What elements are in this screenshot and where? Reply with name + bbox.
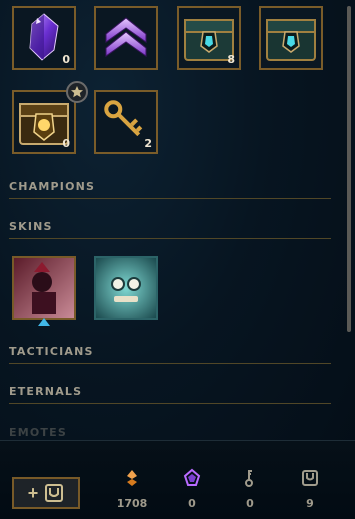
currency-value: 0 xyxy=(246,497,254,510)
loot-item-key-fragment[interactable]: 2 xyxy=(94,90,158,154)
loot-item-count: 2 xyxy=(144,137,152,150)
section-champions[interactable]: CHAMPIONS xyxy=(9,178,331,199)
chevron-rank-icon xyxy=(105,17,147,57)
skin-portrait-image xyxy=(14,258,74,318)
currency-chest[interactable]: 9 xyxy=(290,468,330,518)
key-icon xyxy=(245,470,253,487)
loot-item-mythic-essence[interactable]: 0 xyxy=(12,6,76,70)
section-title: CHAMPIONS xyxy=(9,180,96,193)
currency-value: 9 xyxy=(306,497,314,510)
chest-icon xyxy=(302,470,318,486)
orange-essence-icon xyxy=(127,470,137,486)
skin-rarity-indicator xyxy=(38,318,50,326)
section-skins[interactable]: SKINS xyxy=(9,218,331,239)
loot-item-prestige-emblem[interactable] xyxy=(94,6,158,70)
section-eternals[interactable]: ETERNALS xyxy=(9,383,331,404)
loot-item-masterwork-chest[interactable] xyxy=(259,6,323,70)
loot-item-gold-chest[interactable]: 0 xyxy=(12,90,76,154)
currency-orange-essence[interactable]: 1708 xyxy=(112,468,152,518)
section-title: ETERNALS xyxy=(9,385,83,398)
skin-shard-2[interactable] xyxy=(94,256,158,320)
chest-icon xyxy=(266,19,316,61)
currency-value: 0 xyxy=(188,497,196,510)
chest-icon xyxy=(45,484,64,502)
loot-item-count: 8 xyxy=(227,53,235,66)
mythic-essence-icon xyxy=(183,468,201,486)
section-title: SKINS xyxy=(9,220,53,233)
section-title: TACTICIANS xyxy=(9,345,94,358)
loot-item-count: 0 xyxy=(62,137,70,150)
bottom-bar: + 1708 0 0 9 xyxy=(0,440,355,519)
section-emotes[interactable]: EMOTES xyxy=(9,426,67,439)
loot-item-count: 0 xyxy=(62,53,70,66)
currency-key[interactable]: 0 xyxy=(230,468,270,518)
skin-portrait-image xyxy=(96,258,156,318)
currency-value: 1708 xyxy=(116,497,148,510)
section-tacticians[interactable]: TACTICIANS xyxy=(9,343,331,364)
currency-mythic-essence[interactable]: 0 xyxy=(172,468,212,518)
loot-item-hextech-chest[interactable]: 8 xyxy=(177,6,241,70)
scrollbar-thumb[interactable] xyxy=(347,6,351,332)
skin-shard-1[interactable] xyxy=(12,256,76,320)
craft-button[interactable]: + xyxy=(12,477,80,509)
star-icon[interactable] xyxy=(66,81,88,103)
plus-icon: + xyxy=(27,483,39,503)
